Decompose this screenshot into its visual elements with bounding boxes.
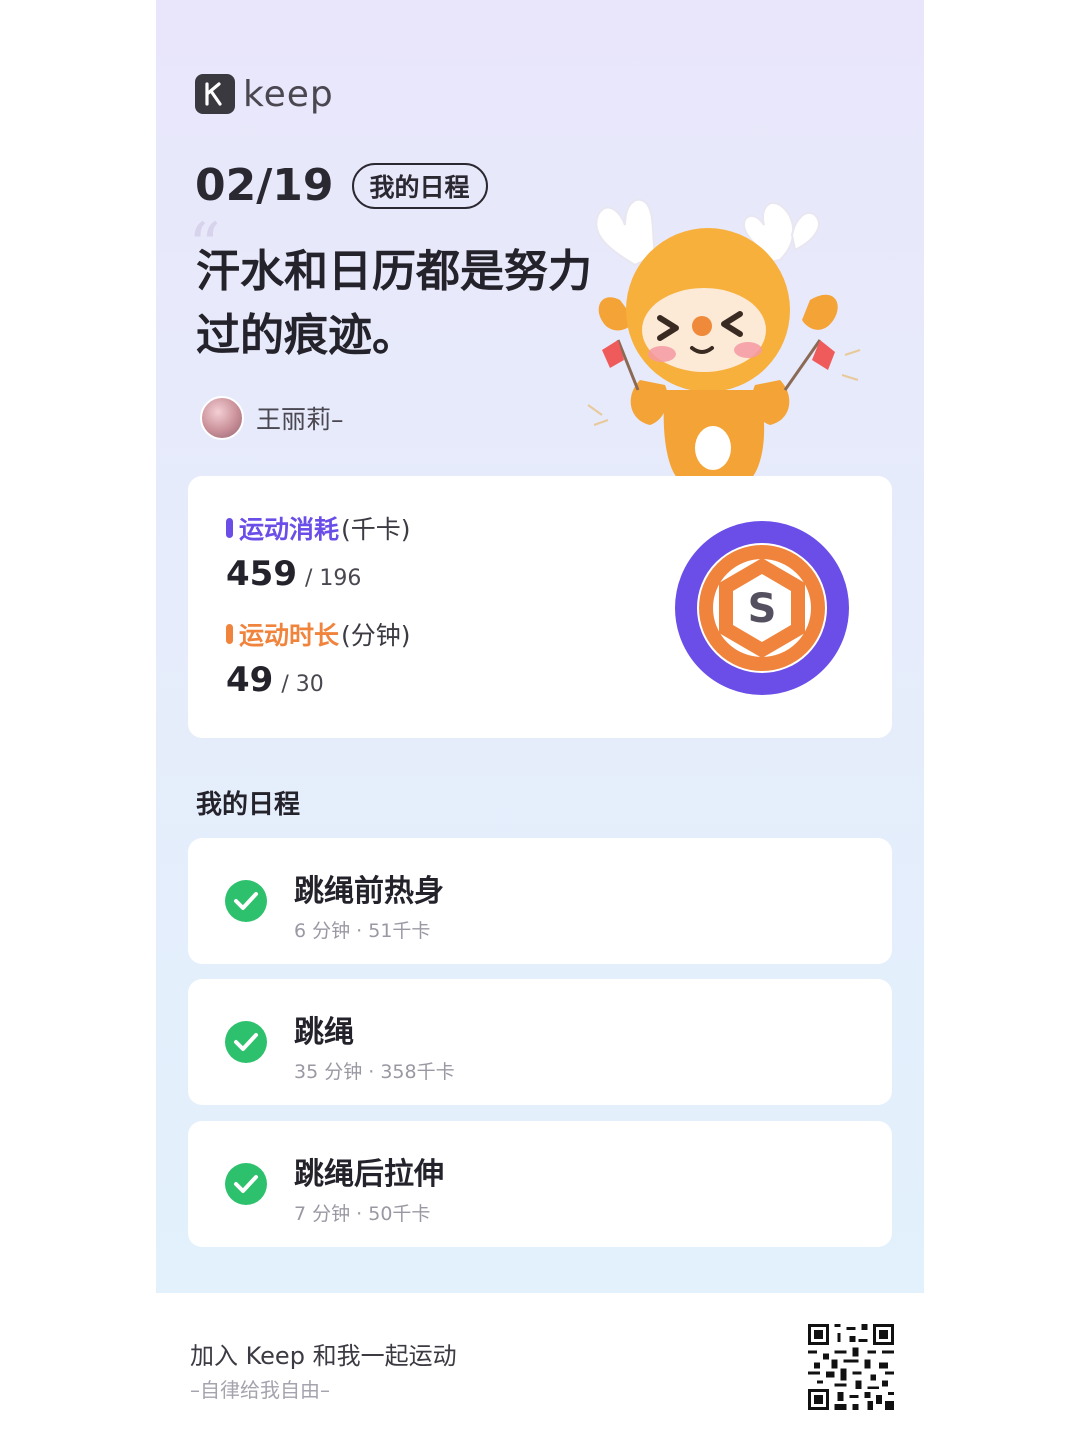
calories-value: 459 / 196 [226,554,361,594]
deer-mascot-illustration [587,198,861,480]
brand-name: keep [243,73,334,115]
calories-current: 459 [226,554,297,594]
stats-card: 运动消耗 (千卡) 459 / 196 运动时长 (分钟) 49 / 30 S [188,476,892,738]
schedule-item-meta: 6 分钟 · 51千卡 [294,920,431,942]
duration-current: 49 [226,660,274,700]
check-icon [225,880,267,922]
calories-marker [226,518,233,538]
footer-slogan: –自律给我自由– [190,1378,330,1402]
footer-invite: 加入 Keep 和我一起运动 [190,1342,457,1370]
date-header: 02/19 我的日程 [195,160,488,211]
check-icon [225,1021,267,1063]
schedule-item[interactable]: 跳绳后拉伸 7 分钟 · 50千卡 [188,1121,892,1247]
schedule-item[interactable]: 跳绳 35 分钟 · 358千卡 [188,979,892,1105]
keep-logo-icon [195,74,235,114]
author: 王丽莉– [200,396,344,440]
quote-text: 汗水和日历都是努力过的痕迹。 [196,246,592,361]
check-icon [225,1163,267,1205]
achievement-badge-icon: S [675,521,849,695]
date: 02/19 [195,160,334,211]
keep-logo: keep [195,72,334,116]
calories-unit: (千卡) [341,515,411,544]
duration-unit: (分钟) [341,621,411,650]
duration-value: 49 / 30 [226,660,324,700]
duration-marker [226,624,233,644]
badge-letter: S [748,586,777,632]
schedule-section-title: 我的日程 [196,790,301,820]
qr-code-icon[interactable] [808,1324,894,1410]
schedule-item-meta: 35 分钟 · 358千卡 [294,1061,455,1083]
schedule-item-meta: 7 分钟 · 50千卡 [294,1203,431,1225]
schedule-item[interactable]: 跳绳前热身 6 分钟 · 51千卡 [188,838,892,964]
calories-label-text: 运动消耗 [239,515,340,544]
duration-label: 运动时长 (分钟) [226,616,411,652]
calories-target: / 196 [304,566,362,591]
schedule-tag: 我的日程 [351,162,488,209]
author-name: 王丽莉– [256,405,344,434]
duration-target: / 30 [281,672,324,697]
duration-label-text: 运动时长 [239,621,340,650]
avatar [200,396,244,440]
calories-label: 运动消耗 (千卡) [226,510,411,546]
schedule-item-title: 跳绳前热身 [294,874,444,909]
schedule-item-title: 跳绳 [294,1015,354,1050]
schedule-item-title: 跳绳后拉伸 [294,1157,444,1192]
